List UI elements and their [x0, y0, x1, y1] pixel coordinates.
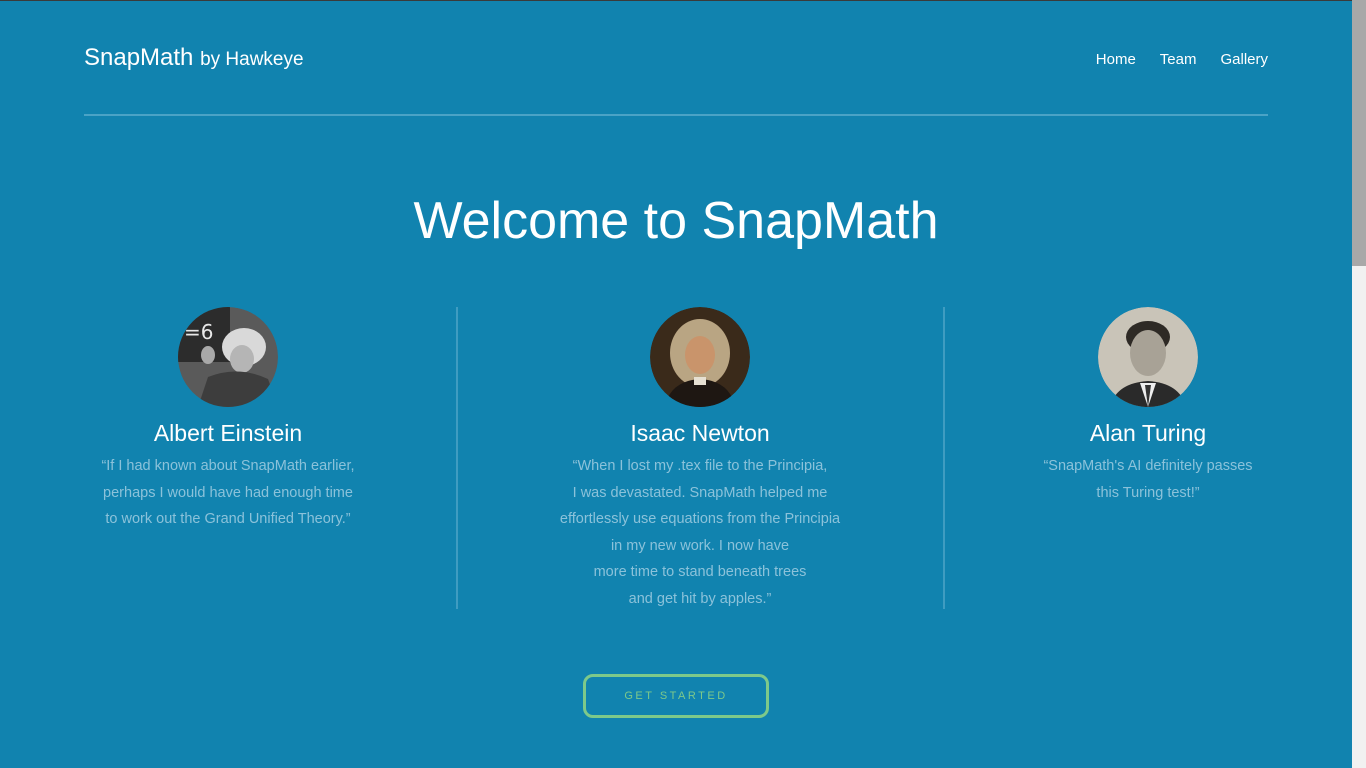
nav-team-link[interactable]: Team — [1160, 51, 1197, 68]
quote-line: “When I lost my .tex file to the Princip… — [572, 458, 828, 474]
vertical-scrollbar[interactable] — [1352, 0, 1366, 768]
quote-line: more time to stand beneath trees — [593, 564, 807, 580]
person-quote: “When I lost my .tex file to the Princip… — [457, 453, 943, 612]
person-name: Isaac Newton — [630, 420, 770, 446]
person-name: Alan Turing — [1089, 420, 1207, 446]
quote-line: to work out the Grand Unified Theory.” — [105, 511, 351, 527]
person-quote: “SnapMath's AI definitely passes this Tu… — [944, 453, 1352, 506]
site-header: SnapMath by Hawkeye Home Team Gallery — [84, 39, 1268, 116]
person-quote: “If I had known about SnapMath earlier, … — [0, 453, 456, 533]
testimonials: =6 Albert Einstein “If I had known about… — [0, 307, 1352, 609]
brand-logo[interactable]: SnapMath by Hawkeye — [84, 44, 304, 72]
turing-avatar — [1098, 307, 1198, 407]
quote-line: and get hit by apples.” — [628, 590, 772, 607]
quote-line: effortlessly use equations from the Prin… — [559, 511, 841, 527]
nav-home-link[interactable]: Home — [1096, 51, 1136, 68]
quote-line: perhaps I would have had enough time — [103, 484, 353, 501]
quote-line: in my new work. I now have — [610, 537, 790, 554]
newton-avatar — [650, 307, 750, 407]
testimonial-newton: Isaac Newton “When I lost my .tex file t… — [457, 307, 943, 612]
nav-gallery-link[interactable]: Gallery — [1220, 51, 1268, 68]
quote-line: this Turing test!” — [1096, 484, 1200, 501]
brand-name: SnapMath — [84, 44, 194, 71]
main-nav: Home Team Gallery — [1096, 51, 1268, 68]
get-started-button[interactable]: GET STARTED — [583, 674, 769, 718]
quote-line: “SnapMath's AI definitely passes — [1043, 458, 1253, 474]
brand-byline: by Hawkeye — [200, 49, 304, 70]
page-title: Welcome to SnapMath — [413, 192, 939, 250]
einstein-avatar: =6 — [178, 307, 278, 407]
scrollbar-thumb[interactable] — [1352, 0, 1366, 266]
svg-text:=6: =6 — [184, 320, 213, 344]
testimonial-einstein: =6 Albert Einstein “If I had known about… — [0, 307, 456, 533]
quote-line: “If I had known about SnapMath earlier, — [101, 458, 355, 474]
testimonial-turing: Alan Turing “SnapMath's AI definitely pa… — [944, 307, 1352, 506]
landing-page: SnapMath by Hawkeye Home Team Gallery We… — [0, 1, 1352, 768]
person-name: Albert Einstein — [153, 420, 303, 446]
quote-line: I was devastated. SnapMath helped me — [572, 484, 828, 501]
